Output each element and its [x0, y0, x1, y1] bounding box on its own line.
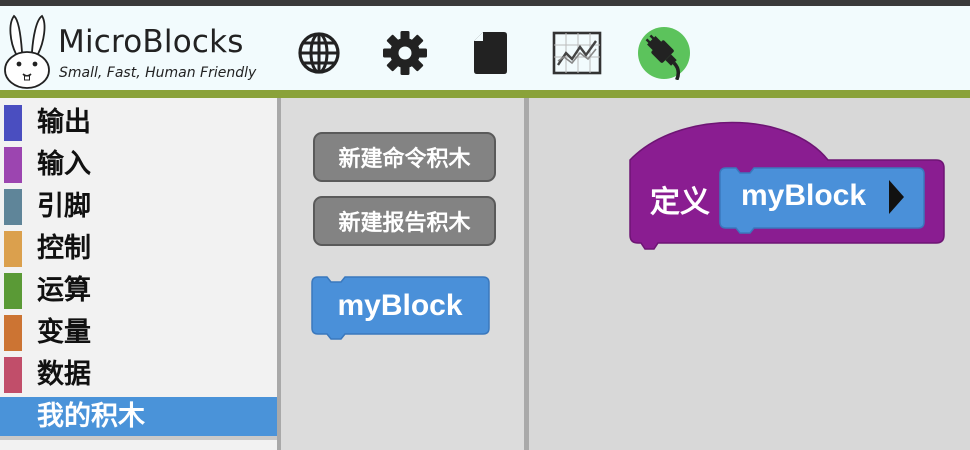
category-variables[interactable]: 变量	[0, 313, 277, 353]
block-name-label: myBlock	[741, 179, 866, 212]
define-label: 定义	[650, 185, 710, 219]
category-swatch	[4, 147, 22, 183]
category-label: 引脚	[37, 191, 91, 222]
category-output[interactable]: 输出	[0, 103, 277, 143]
language-button[interactable]	[294, 28, 344, 78]
header-divider	[0, 90, 970, 98]
category-label: 变量	[37, 317, 91, 348]
category-swatch	[4, 231, 22, 267]
graph-icon	[552, 31, 602, 75]
block-name-parameter[interactable]: myBlock	[719, 167, 925, 234]
category-label: 输入	[37, 149, 91, 180]
usb-connect-icon	[638, 27, 690, 80]
new-reporter-block-button[interactable]: 新建报告积木	[313, 196, 496, 246]
category-label: 运算	[37, 275, 91, 306]
palette-custom-block[interactable]: myBlock	[311, 276, 493, 344]
category-label: 我的积木	[37, 401, 145, 432]
globe-icon	[298, 32, 340, 74]
file-icon	[474, 32, 507, 74]
category-my-blocks[interactable]: 我的积木	[0, 397, 277, 437]
custom-block-label: myBlock	[337, 289, 462, 322]
category-swatch	[4, 189, 22, 225]
new-command-block-button[interactable]: 新建命令积木	[313, 132, 496, 182]
settings-button[interactable]	[380, 28, 430, 78]
category-list-bottom-border	[0, 436, 277, 440]
category-input[interactable]: 输入	[0, 145, 277, 185]
category-label: 控制	[37, 233, 91, 264]
connect-button[interactable]	[637, 26, 691, 80]
category-swatch	[4, 105, 22, 141]
category-swatch	[4, 399, 22, 435]
category-swatch	[4, 273, 22, 309]
bunny-logo-icon[interactable]	[2, 14, 52, 90]
file-button[interactable]	[465, 28, 515, 78]
category-operators[interactable]: 运算	[0, 271, 277, 311]
graph-button[interactable]	[552, 28, 602, 78]
gear-icon	[383, 31, 427, 75]
category-list: 输出 输入 引脚 控制 运算 变量 数据 我的积木	[0, 98, 277, 450]
define-hat-block[interactable]: 定义 myBlock	[628, 118, 948, 254]
category-label: 输出	[37, 107, 91, 138]
category-control[interactable]: 控制	[0, 229, 277, 269]
category-data[interactable]: 数据	[0, 355, 277, 395]
category-swatch	[4, 357, 22, 393]
header-bar: MicroBlocks Small, Fast, Human Friendly	[0, 6, 970, 90]
category-pins[interactable]: 引脚	[0, 187, 277, 227]
app-tagline: Small, Fast, Human Friendly	[59, 65, 257, 81]
category-label: 数据	[37, 359, 91, 390]
app-title: MicroBlocks	[58, 24, 244, 60]
category-swatch	[4, 315, 22, 351]
